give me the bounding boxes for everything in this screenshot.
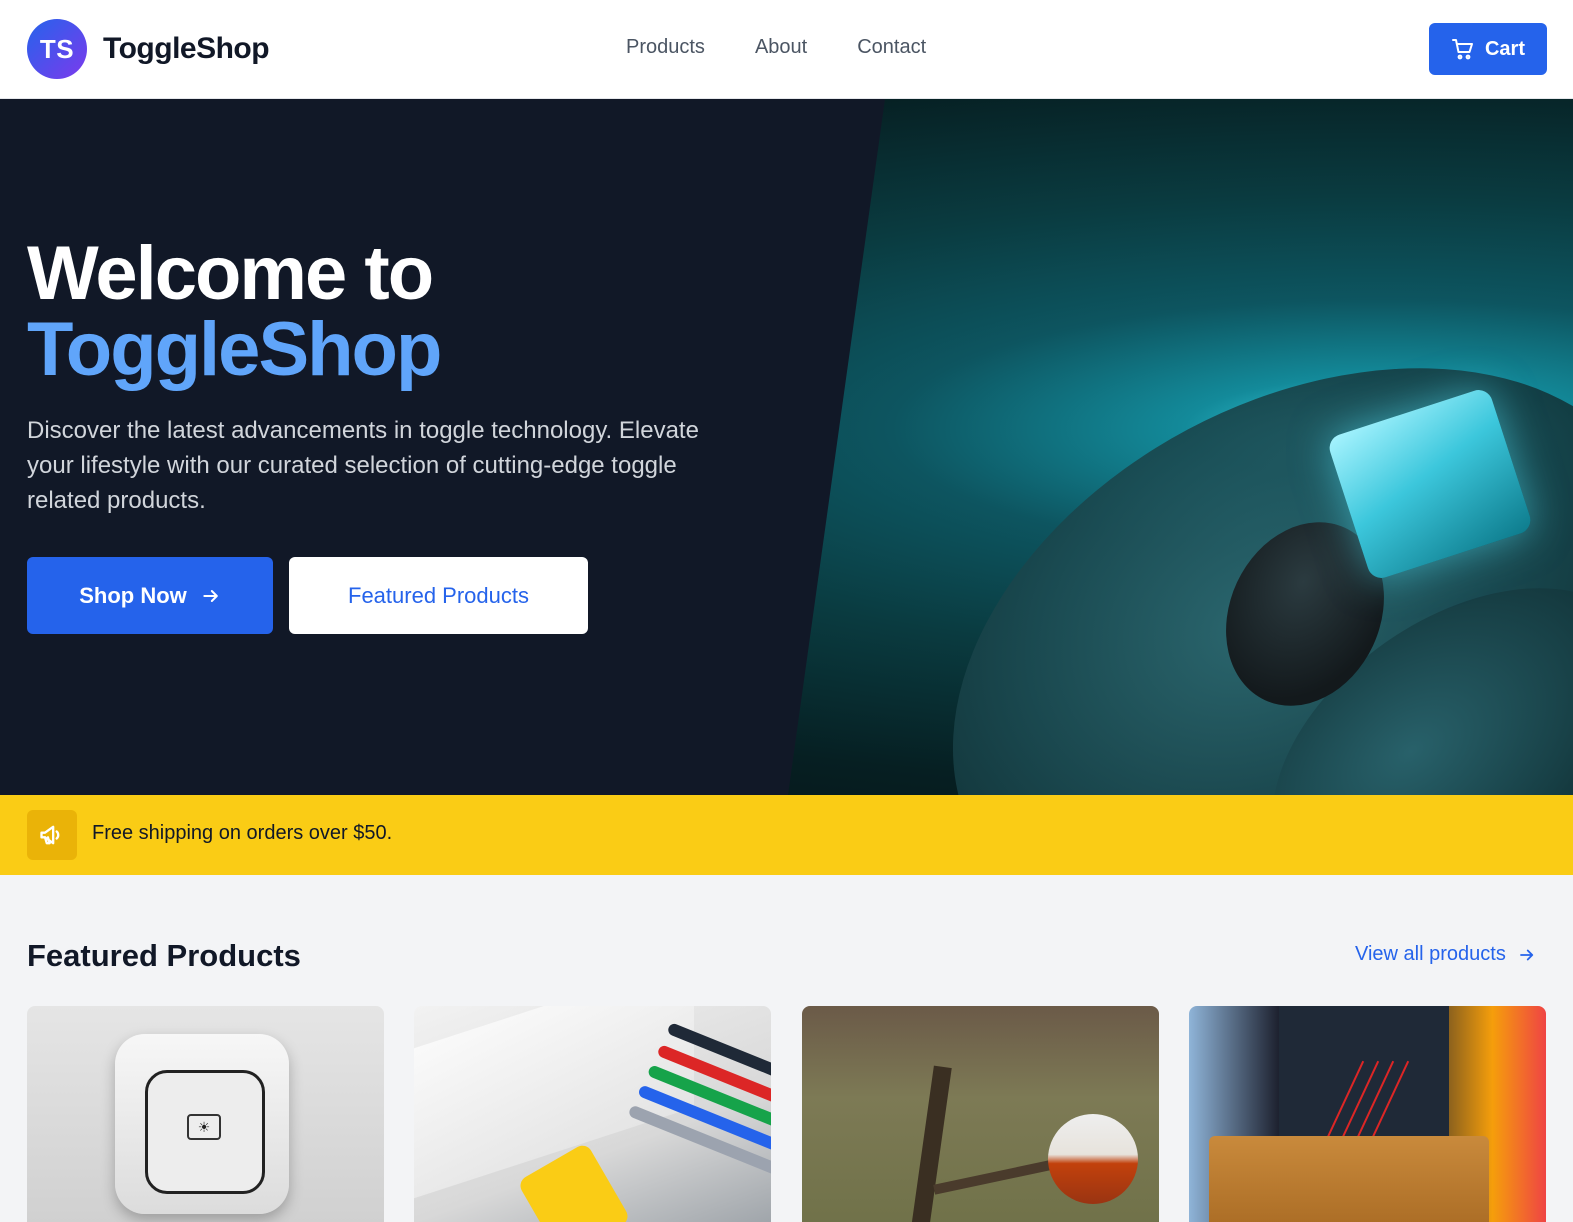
shop-now-label: Shop Now: [79, 582, 187, 608]
cart-icon: [1451, 39, 1473, 60]
product-card-switchboard-image[interactable]: [1189, 1006, 1546, 1222]
lightbulb-icon: ☀: [187, 1114, 221, 1140]
arrow-right-icon: [1519, 949, 1533, 960]
promo-banner: Free shipping on orders over $50.: [0, 795, 1573, 875]
featured-section-title: Featured Products: [27, 938, 301, 973]
logo-badge: TS: [27, 19, 87, 79]
product-card-router-image[interactable]: [414, 1006, 771, 1222]
brand-name: ToggleShop: [103, 32, 270, 65]
arrow-right-icon: [203, 589, 218, 602]
hero-title-line1: Welcome to: [27, 231, 434, 316]
cart-button[interactable]: Cart: [1429, 23, 1547, 75]
hero-title-line2: ToggleShop: [27, 307, 442, 392]
nav-link-products[interactable]: Products: [626, 36, 705, 59]
site-header: TS ToggleShop Products About Contact Car…: [0, 0, 1573, 99]
hero-title: Welcome to ToggleShop: [27, 231, 442, 392]
nav-link-contact[interactable]: Contact: [857, 36, 926, 59]
view-all-label: View all products: [1355, 943, 1506, 965]
featured-products-button[interactable]: Featured Products: [289, 557, 588, 634]
logo[interactable]: TS ToggleShop: [27, 19, 270, 79]
banner-text: Free shipping on orders over $50.: [92, 822, 393, 844]
view-all-products-link[interactable]: View all products: [1355, 943, 1536, 966]
featured-products-label: Featured Products: [348, 582, 529, 608]
megaphone-icon: [27, 810, 77, 860]
product-card-railway-switch-image[interactable]: [802, 1006, 1159, 1222]
nav-link-about[interactable]: About: [755, 36, 807, 59]
shop-now-button[interactable]: Shop Now: [27, 557, 273, 634]
hero-section: Welcome to ToggleShop Discover the lates…: [0, 99, 1573, 795]
main-nav: Products About Contact: [626, 36, 976, 59]
hero-description: Discover the latest advancements in togg…: [27, 417, 699, 514]
product-card-light-switch-image[interactable]: ☀: [27, 1006, 384, 1222]
cart-label: Cart: [1484, 37, 1525, 60]
